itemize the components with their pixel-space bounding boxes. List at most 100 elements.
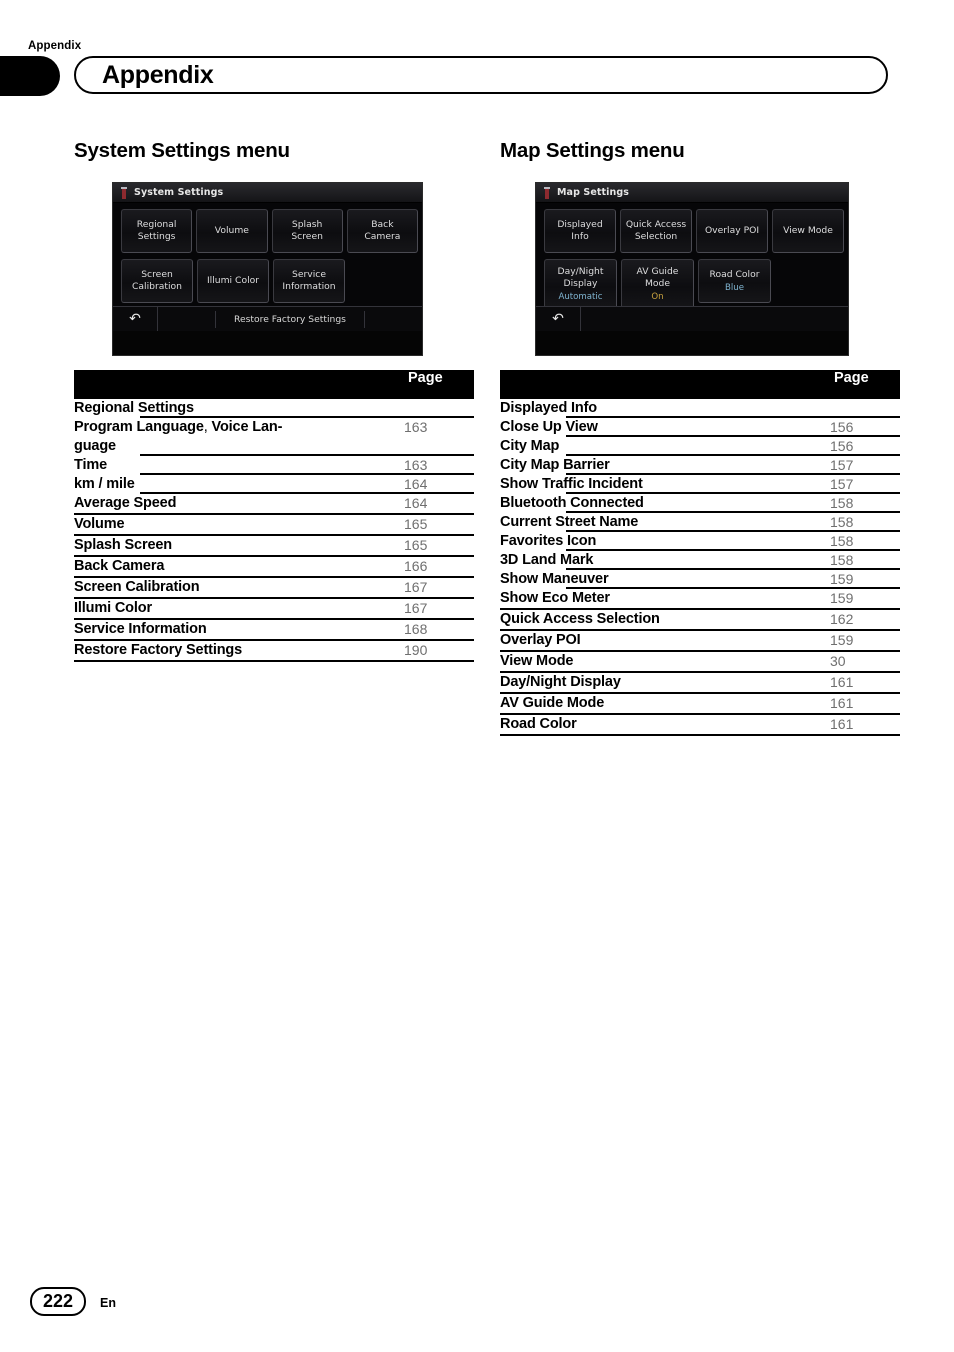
table-cell-page: 161 <box>830 714 900 736</box>
table-cell-page: 164 <box>404 475 474 494</box>
table-cell-label: AV Guide Mode <box>500 693 830 715</box>
device-button[interactable]: View Mode <box>772 209 844 253</box>
back-arrow-icon[interactable]: ↶ <box>113 307 158 331</box>
table-row: Overlay POI 159 <box>500 630 900 652</box>
table-row: Show Eco Meter 159 <box>500 589 900 610</box>
device-button[interactable]: Back Camera <box>346 209 418 253</box>
table-cell-page: 166 <box>404 556 474 578</box>
table-cell-page: 159 <box>830 589 900 610</box>
device-button-label: Screen Calibration <box>132 269 182 292</box>
device-button-label: Quick Access Selection <box>625 219 687 242</box>
device-button[interactable]: Volume <box>196 209 268 253</box>
table-cell-label: Bluetooth Connected <box>500 494 830 513</box>
chapter-tab-marker <box>0 56 60 96</box>
table-cell-page: 157 <box>830 475 900 494</box>
table-cell-label: Service Information <box>74 619 404 641</box>
device-button-label: Volume <box>214 225 249 236</box>
table-cell-page: 159 <box>830 630 900 652</box>
table-row: Regional Settings <box>74 399 474 418</box>
table-cell-label: Splash Screen <box>74 535 404 557</box>
section-heading-bold: menu <box>630 139 685 162</box>
device-button-value: Automatic <box>558 292 603 302</box>
device-button-label: Regional Settings <box>136 219 177 242</box>
device-title-text: System Settings <box>134 187 224 198</box>
device-title-text: Map Settings <box>557 187 630 198</box>
table-cell-label: Restore Factory Settings <box>74 640 404 662</box>
table-cell-page: 168 <box>404 619 474 641</box>
device-button[interactable]: Regional Settings <box>121 209 193 253</box>
section-heading-map-settings: Map Settings menu <box>500 138 900 164</box>
table-cell-label: Favorites Icon <box>500 532 830 551</box>
device-titlebar: Map Settings <box>536 183 848 203</box>
table-row: Volume 165 <box>74 514 474 536</box>
page-title: Appendix <box>102 61 214 89</box>
section-heading-system-settings: System Settings menu <box>74 138 474 164</box>
table-header-row: Page <box>500 370 900 399</box>
device-body: Regional Settings Volume Splash Screen Back Ca… <box>113 203 422 331</box>
table-cell-page: 156 <box>830 437 900 456</box>
device-button-row: Displayed Info Quick Access Selection Overla… <box>540 209 844 253</box>
table-row: Show Maneuver 159 <box>500 570 900 589</box>
table-cell-page: 30 <box>830 651 900 673</box>
table-cell-label: Back Camera <box>74 556 404 578</box>
table-header-name <box>500 370 830 399</box>
reference-table-map-settings: Page Displayed Info Close Up View 156 City … <box>500 370 900 736</box>
page-footer: 222 En <box>30 1287 116 1316</box>
tool-icon <box>120 186 128 199</box>
table-cell-label: Time <box>74 456 404 475</box>
table-row: Quick Access Selection 162 <box>500 609 900 631</box>
device-button[interactable]: Overlay POI <box>696 209 768 253</box>
table-row: Close Up View 156 <box>500 418 900 437</box>
table-header-row: Page <box>74 370 474 399</box>
table-row: Current Street Name 158 <box>500 513 900 532</box>
device-button[interactable]: Displayed Info <box>544 209 616 253</box>
device-footer: ↶ Restore Factory Settings <box>113 306 422 331</box>
table-row: Bluetooth Connected 158 <box>500 494 900 513</box>
table-cell-page: 158 <box>830 551 900 570</box>
device-button[interactable]: Day/Night Display Automatic <box>544 259 617 310</box>
device-button-label: View Mode <box>783 225 833 236</box>
device-button-label: Road Color <box>709 268 760 280</box>
table-row: Day/Night Display 161 <box>500 672 900 694</box>
device-button-value: Blue <box>724 282 745 293</box>
table-row: Service Information 168 <box>74 619 474 641</box>
table-cell-label: Close Up View <box>500 418 830 437</box>
table-cell-label: Quick Access Selection <box>500 609 830 631</box>
table-row: Favorites Icon 158 <box>500 532 900 551</box>
table-row: City Map 156 <box>500 437 900 456</box>
back-arrow-icon[interactable]: ↶ <box>536 307 581 331</box>
table-cell-label: 3D Land Mark <box>500 551 830 570</box>
device-button[interactable]: Service Information <box>273 259 345 303</box>
table-cell-label: Illumi Color <box>74 598 404 620</box>
device-button[interactable]: Splash Screen <box>271 209 343 253</box>
table-cell-page: 158 <box>830 513 900 532</box>
table-cell-label: Overlay POI <box>500 630 830 652</box>
restore-factory-settings-button[interactable]: Restore Factory Settings <box>158 307 422 331</box>
table-body: Regional Settings Program Language, Voice… <box>74 399 474 662</box>
table-cell-page: 157 <box>830 456 900 475</box>
device-button-label: Displayed Info <box>557 219 603 242</box>
device-button[interactable]: Illumi Color <box>197 259 269 303</box>
table-cell-page: 165 <box>404 514 474 536</box>
table-row: 3D Land Mark 158 <box>500 551 900 570</box>
table-cell-label: Road Color <box>500 714 830 736</box>
device-button[interactable]: Screen Calibration <box>121 259 193 303</box>
table-row: Back Camera 166 <box>74 556 474 578</box>
device-button[interactable]: AV Guide Mode On <box>621 259 694 310</box>
table-header-page: Page <box>830 370 900 399</box>
table-cell-label: Current Street Name <box>500 513 830 532</box>
table-row: City Map Barrier 157 <box>500 456 900 475</box>
device-button[interactable]: Road Color Blue <box>698 259 771 303</box>
reference-table-system-settings: Page Regional Settings Program Language, … <box>74 370 474 662</box>
device-screenshot-system-settings: System Settings Regional Settings Volume Sp… <box>112 182 423 356</box>
table-row: Road Color 161 <box>500 714 900 736</box>
table-body: Displayed Info Close Up View 156 City Map 15… <box>500 399 900 736</box>
table-cell-page: 156 <box>830 418 900 437</box>
table-cell-page: 158 <box>830 494 900 513</box>
table-cell-label: Displayed Info <box>500 399 830 418</box>
table-cell-page: 163 <box>404 456 474 475</box>
table-cell-label: Program Language, Voice Lan-guage <box>74 418 404 456</box>
table-row: km / mile 164 <box>74 475 474 494</box>
device-button[interactable]: Quick Access Selection <box>620 209 692 253</box>
column-left: System Settings menu System Settings Reg… <box>74 138 474 662</box>
